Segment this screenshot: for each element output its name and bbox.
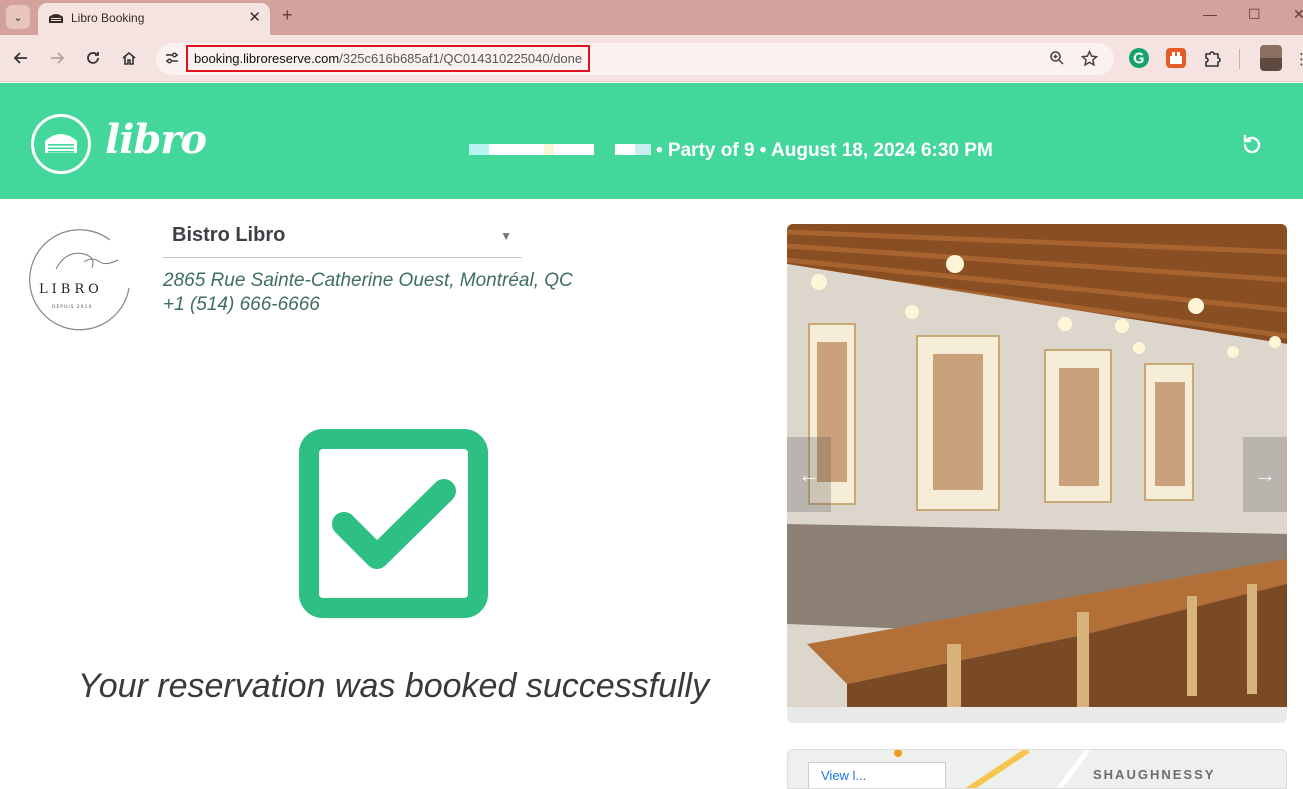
map-view-link[interactable]: View l... [821, 768, 866, 783]
svg-text:LIBRO: LIBRO [39, 282, 103, 297]
libro-logo-icon[interactable] [31, 114, 91, 174]
toolbar-divider [1239, 49, 1240, 69]
zoom-icon[interactable] [1049, 50, 1065, 70]
new-tab-button[interactable]: + [282, 5, 293, 26]
dropdown-arrow-icon: ▼ [500, 229, 512, 243]
location-map[interactable]: View l... SHAUGHNESSY [787, 749, 1287, 789]
extension-icon[interactable] [1166, 48, 1186, 68]
carousel-prev-button[interactable]: ← [787, 437, 831, 512]
checkmark-icon [299, 429, 488, 618]
bistro-libro-logo: LIBRO DEPUIS 2014 [29, 229, 130, 331]
tab-search-icon[interactable]: ⌄ [6, 5, 30, 29]
carousel-next-button[interactable]: → [1243, 437, 1287, 512]
booking-summary: • Party of 9 • August 18, 2024 6:30 PM [656, 140, 993, 161]
restaurant-address: 2865 Rue Sainte-Catherine Ouest, Montréa… [163, 270, 573, 291]
back-arrow-icon[interactable] [10, 47, 32, 69]
extensions-puzzle-icon[interactable] [1202, 48, 1222, 68]
site-info-icon[interactable] [163, 50, 181, 68]
minimize-icon[interactable]: — [1203, 6, 1217, 22]
libro-favicon-icon [49, 14, 63, 23]
forward-arrow-icon[interactable] [46, 47, 68, 69]
home-icon[interactable] [118, 47, 140, 69]
window-close-icon[interactable]: ✕ [1293, 6, 1303, 23]
map-view-larger-box[interactable]: View l... [808, 762, 946, 788]
restaurant-selector[interactable]: Bistro Libro ▼ [163, 221, 522, 258]
restaurant-photo-carousel: ← → [787, 224, 1287, 723]
restart-icon[interactable] [1240, 133, 1264, 157]
reload-icon[interactable] [82, 47, 104, 69]
restaurant-photo [787, 224, 1287, 707]
profile-avatar[interactable] [1260, 45, 1282, 71]
libro-wordmark[interactable]: libro [105, 116, 207, 163]
menu-kebab-icon[interactable]: ⋮ [1294, 50, 1303, 68]
address-bar[interactable]: booking.libroreserve.com/325c616b685af1/… [156, 43, 1114, 75]
url-path: /325c616b685af1/QC014310225040/done [339, 51, 583, 66]
grammarly-extension-icon[interactable] [1129, 48, 1149, 68]
restaurant-name: Bistro Libro [172, 224, 286, 246]
site-header: libro • Party of 9 • August 18, 2024 6:3… [0, 83, 1303, 199]
maximize-icon[interactable]: ☐ [1248, 6, 1261, 23]
redacted-name [469, 144, 594, 155]
browser-tab[interactable]: Libro Booking ✕ [38, 3, 270, 35]
browser-tab-bar: ⌄ Libro Booking ✕ + — ☐ ✕ [0, 0, 1303, 35]
browser-toolbar: booking.libroreserve.com/325c616b685af1/… [0, 35, 1303, 82]
success-message: Your reservation was booked successfully [77, 667, 710, 705]
bookmark-star-icon[interactable] [1080, 49, 1099, 71]
tab-title: Libro Booking [71, 11, 145, 25]
svg-text:DEPUIS 2014: DEPUIS 2014 [52, 304, 92, 310]
url-domain: booking.libroreserve.com [194, 51, 340, 66]
redacted-detail [615, 144, 651, 155]
restaurant-phone[interactable]: +1 (514) 666-6666 [163, 294, 320, 316]
url-text[interactable]: booking.libroreserve.com/325c616b685af1/… [186, 45, 591, 72]
tab-close-icon[interactable]: ✕ [248, 9, 261, 27]
